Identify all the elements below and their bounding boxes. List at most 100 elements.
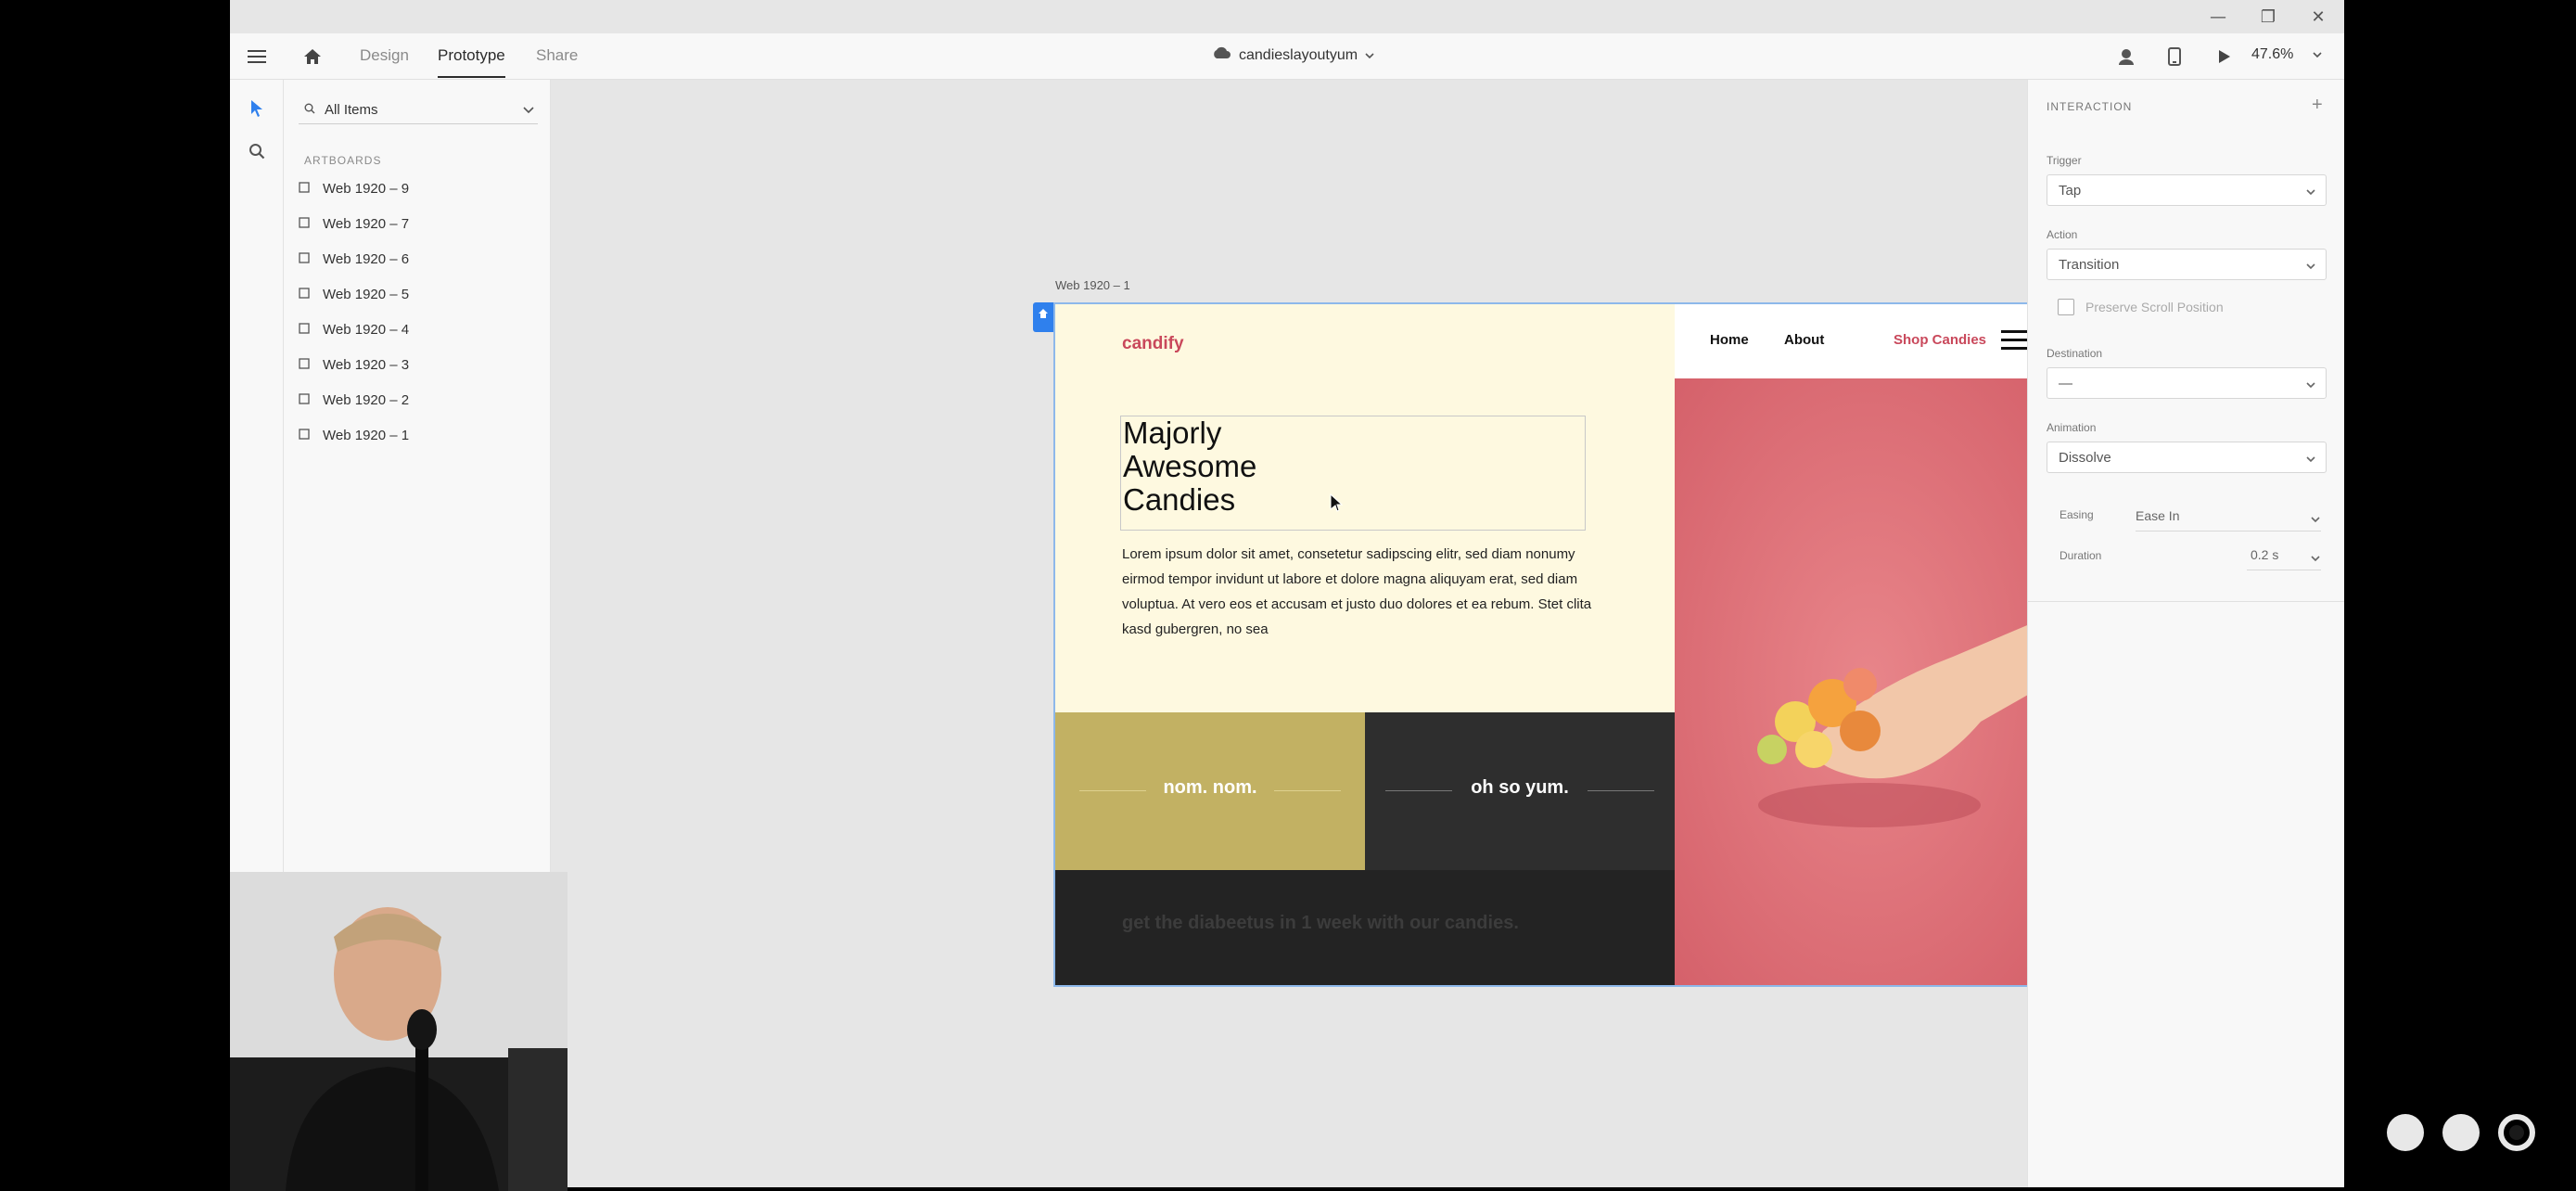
- artboard-list-item[interactable]: Web 1920 – 7: [299, 210, 409, 237]
- artboard-list-item[interactable]: Web 1920 – 3: [299, 351, 409, 378]
- destination-label: Destination: [2047, 347, 2103, 360]
- oh-so-yum-label: oh so yum.: [1471, 777, 1569, 798]
- artboard-name: Web 1920 – 5: [323, 286, 410, 302]
- mouse-cursor-icon: [1330, 493, 1344, 517]
- artboard-list-item[interactable]: Web 1920 – 6: [299, 245, 409, 273]
- animation-label: Animation: [2047, 421, 2097, 434]
- easing-select[interactable]: Ease In: [2136, 508, 2179, 523]
- zoom-tool-icon[interactable]: [243, 137, 271, 165]
- footer-banner[interactable]: get the diabeetus in 1 week with our can…: [1055, 870, 1675, 985]
- chevron-down-icon[interactable]: [2310, 551, 2321, 568]
- hero-body-text[interactable]: Lorem ipsum dolor sit amet, consetetur s…: [1122, 542, 1595, 642]
- artboard-name: Web 1920 – 7: [323, 215, 410, 232]
- duration-input[interactable]: 0.2 s: [2251, 547, 2278, 562]
- artboard-icon: [299, 357, 310, 373]
- artboard-icon: [299, 428, 310, 443]
- chevron-down-icon: [2305, 185, 2316, 200]
- candy-hand-photo[interactable]: [1675, 378, 2059, 985]
- menu-icon[interactable]: [243, 43, 271, 70]
- trigger-value: Tap: [2059, 182, 2082, 198]
- tab-share[interactable]: Share: [536, 46, 578, 65]
- top-bar: Design Prototype Share candieslayoutyum: [230, 33, 2344, 80]
- nav-home-link[interactable]: Home: [1710, 332, 1749, 348]
- title-bar: — ❐ ✕: [230, 0, 2344, 33]
- nav-shop-link[interactable]: Shop Candies: [1894, 332, 1986, 348]
- nav-about-link[interactable]: About: [1784, 332, 1824, 348]
- artboard[interactable]: candify Majorly Awesome Candies Lorem ip…: [1053, 302, 2060, 987]
- brand-logo[interactable]: candify: [1122, 334, 1184, 354]
- restore-button[interactable]: ❐: [2250, 4, 2287, 30]
- chevron-down-icon: [523, 102, 534, 118]
- artboard-name: Web 1920 – 9: [323, 180, 410, 197]
- design-canvas[interactable]: Web 1920 – 1 candify Majorly Awesome Can…: [551, 80, 2060, 1187]
- player-dot-button[interactable]: [2442, 1114, 2480, 1151]
- divider-line: [1588, 790, 1654, 791]
- search-value: All Items: [325, 102, 378, 118]
- action-select[interactable]: Transition: [2047, 249, 2327, 280]
- headline-line: Majorly: [1123, 416, 1222, 450]
- animation-select[interactable]: Dissolve: [2047, 442, 2327, 473]
- trigger-select[interactable]: Tap: [2047, 174, 2327, 206]
- chevron-down-icon: [1365, 47, 1374, 64]
- divider-line: [1274, 790, 1341, 791]
- device-preview-icon[interactable]: [2161, 43, 2188, 70]
- add-interaction-button[interactable]: +: [2312, 95, 2323, 116]
- close-window-button[interactable]: ✕: [2300, 4, 2337, 30]
- document-name[interactable]: candieslayoutyum: [1211, 46, 1374, 64]
- tab-design[interactable]: Design: [360, 46, 409, 65]
- artboard-list-item[interactable]: Web 1920 – 4: [299, 315, 409, 343]
- layers-search-input[interactable]: All Items: [299, 96, 538, 124]
- action-label: Action: [2047, 228, 2078, 241]
- artboards-section-title: ARTBOARDS: [304, 154, 382, 167]
- document-title: candieslayoutyum: [1239, 46, 1358, 63]
- screen: — ❐ ✕ Design Prototype Share candieslayo…: [0, 0, 2576, 1191]
- hero-headline[interactable]: Majorly Awesome Candies: [1120, 416, 1586, 531]
- panel-divider: [2028, 601, 2344, 602]
- artboard-icon: [299, 216, 310, 232]
- artboard-label[interactable]: Web 1920 – 1: [1055, 278, 1130, 292]
- duration-label: Duration: [2060, 549, 2102, 562]
- artboard-list-item[interactable]: Web 1920 – 9: [299, 174, 409, 202]
- home-artboard-icon[interactable]: [1033, 302, 1053, 332]
- artboard-icon: [299, 287, 310, 302]
- select-tool-icon[interactable]: [243, 95, 271, 122]
- artboard-nav: Home About Shop Candies: [1675, 304, 2059, 378]
- oh-so-yum-tile[interactable]: oh so yum.: [1365, 712, 1675, 870]
- chevron-down-icon: [2313, 46, 2322, 62]
- animation-value: Dissolve: [2059, 449, 2111, 466]
- artboard-list-item[interactable]: Web 1920 – 1: [299, 421, 409, 449]
- user-icon[interactable]: [2112, 43, 2140, 70]
- chevron-down-icon: [2305, 452, 2316, 467]
- chevron-down-icon: [2305, 378, 2316, 393]
- artboard-name: Web 1920 – 1: [323, 427, 410, 443]
- nom-nom-tile[interactable]: nom. nom.: [1055, 712, 1365, 870]
- hero-section: candify Majorly Awesome Candies Lorem ip…: [1055, 304, 1675, 712]
- artboard-icon: [299, 251, 310, 267]
- play-icon[interactable]: [2211, 43, 2238, 70]
- artboard-name: Web 1920 – 6: [323, 250, 410, 267]
- artboard-name: Web 1920 – 2: [323, 391, 410, 408]
- headline-line: Candies: [1123, 482, 1236, 517]
- trigger-label: Trigger: [2047, 154, 2082, 167]
- tab-prototype[interactable]: Prototype: [438, 46, 505, 78]
- zoom-level[interactable]: 47.6%: [2251, 46, 2322, 63]
- destination-select[interactable]: —: [2047, 367, 2327, 399]
- artboard-list-item[interactable]: Web 1920 – 2: [299, 386, 409, 414]
- player-dot-active-button[interactable]: [2498, 1114, 2535, 1151]
- destination-value: —: [2059, 375, 2072, 391]
- search-icon: [304, 102, 315, 118]
- nom-nom-label: nom. nom.: [1163, 777, 1257, 798]
- preserve-scroll-checkbox[interactable]: Preserve Scroll Position: [2058, 299, 2224, 315]
- chevron-down-icon[interactable]: [2310, 512, 2321, 529]
- player-dot-button[interactable]: [2387, 1114, 2424, 1151]
- artboard-icon: [299, 181, 310, 197]
- preserve-scroll-label: Preserve Scroll Position: [2085, 300, 2224, 314]
- headline-line: Awesome: [1123, 449, 1257, 483]
- minimize-button[interactable]: —: [2200, 4, 2237, 30]
- artboard-icon: [299, 392, 310, 408]
- checkbox-box[interactable]: [2058, 299, 2074, 315]
- artboard-list-item[interactable]: Web 1920 – 5: [299, 280, 409, 308]
- home-icon[interactable]: [299, 43, 326, 70]
- easing-label: Easing: [2060, 508, 2094, 521]
- cloud-icon: [1211, 46, 1231, 64]
